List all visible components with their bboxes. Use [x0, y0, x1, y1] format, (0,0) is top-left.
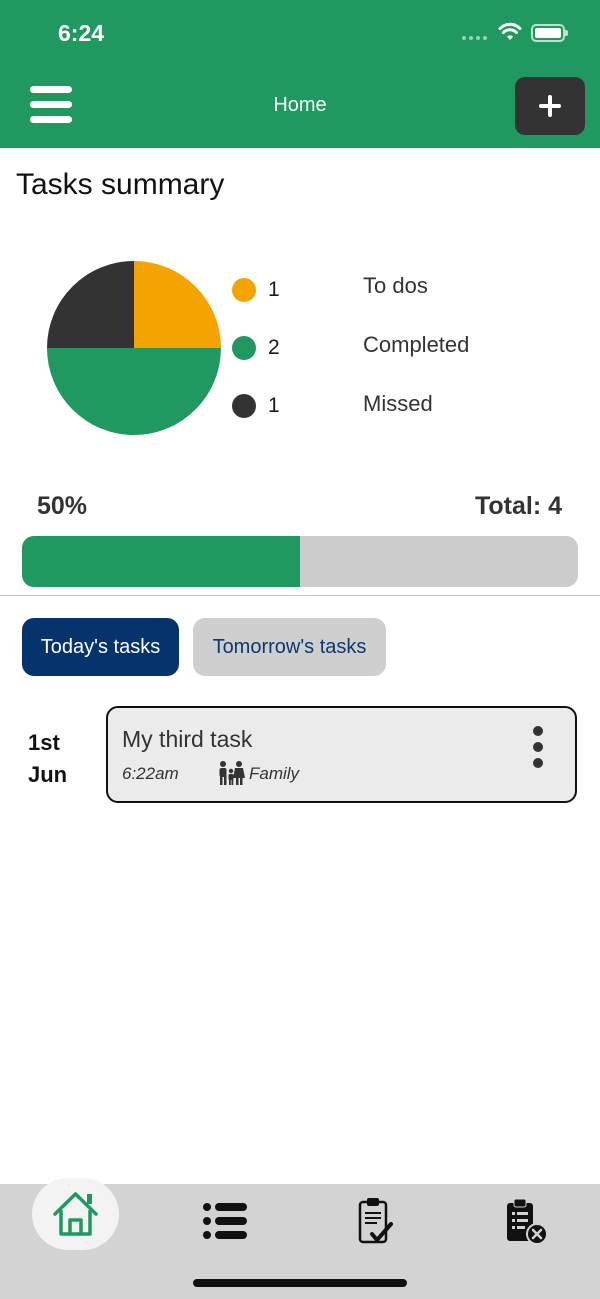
legend-count-completed: 2 — [268, 336, 280, 359]
wifi-icon — [498, 22, 522, 40]
pie-slice-missed — [47, 261, 134, 348]
task-title: My third task — [122, 726, 253, 752]
legend-count-todos: 1 — [268, 278, 280, 301]
legend-label-completed: Completed — [363, 332, 470, 357]
task-date-day: 1st — [28, 730, 60, 755]
more-options-icon[interactable] — [528, 726, 548, 768]
battery-icon — [531, 24, 568, 42]
list-icon — [203, 1203, 247, 1239]
task-card[interactable]: My third task 6:22am Family — [106, 706, 577, 803]
legend-label-missed: Missed — [363, 391, 433, 416]
nav-missed[interactable] — [497, 1196, 553, 1248]
completion-percent: 50% — [37, 492, 88, 520]
summary-title: Tasks summary — [16, 168, 225, 201]
status-time: 6:24 — [58, 20, 105, 46]
nav-home[interactable] — [32, 1178, 119, 1250]
add-task-button[interactable] — [515, 77, 585, 135]
legend-dot-completed — [232, 336, 256, 360]
legend-dot-missed — [232, 394, 256, 418]
legend-count-missed: 1 — [268, 394, 280, 417]
progress-fill — [22, 536, 300, 587]
legend-dot-todos — [232, 278, 256, 302]
task-date: 1st Jun — [28, 727, 67, 791]
task-time: 6:22am — [122, 764, 179, 783]
nav-list[interactable] — [197, 1196, 253, 1248]
home-icon — [53, 1192, 98, 1236]
divider — [0, 595, 600, 596]
task-category: Family — [249, 764, 300, 783]
clipboard-cancel-icon — [507, 1198, 548, 1245]
app-header: 6:24 Home — [0, 0, 600, 148]
legend-label-todos: To dos — [363, 273, 428, 298]
family-icon — [219, 761, 245, 785]
clipboard-check-icon — [358, 1198, 393, 1244]
tab-today[interactable]: Today's tasks — [22, 618, 179, 676]
home-screen: 6:24 Home Tasks summary 1 To dos 2 Compl… — [0, 0, 600, 1299]
tab-tomorrow[interactable]: Tomorrow's tasks — [193, 618, 386, 676]
pie-slice-completed — [47, 348, 221, 435]
home-indicator — [193, 1279, 407, 1287]
nav-completed[interactable] — [346, 1196, 402, 1248]
tasks-pie-chart — [47, 261, 221, 435]
total-count: Total: 4 — [474, 492, 562, 520]
progress-bar — [22, 536, 578, 587]
pie-slice-to-dos — [134, 261, 221, 348]
cellular-signal-icon — [462, 36, 487, 40]
page-title: Home — [273, 94, 327, 116]
task-date-month: Jun — [28, 762, 68, 787]
